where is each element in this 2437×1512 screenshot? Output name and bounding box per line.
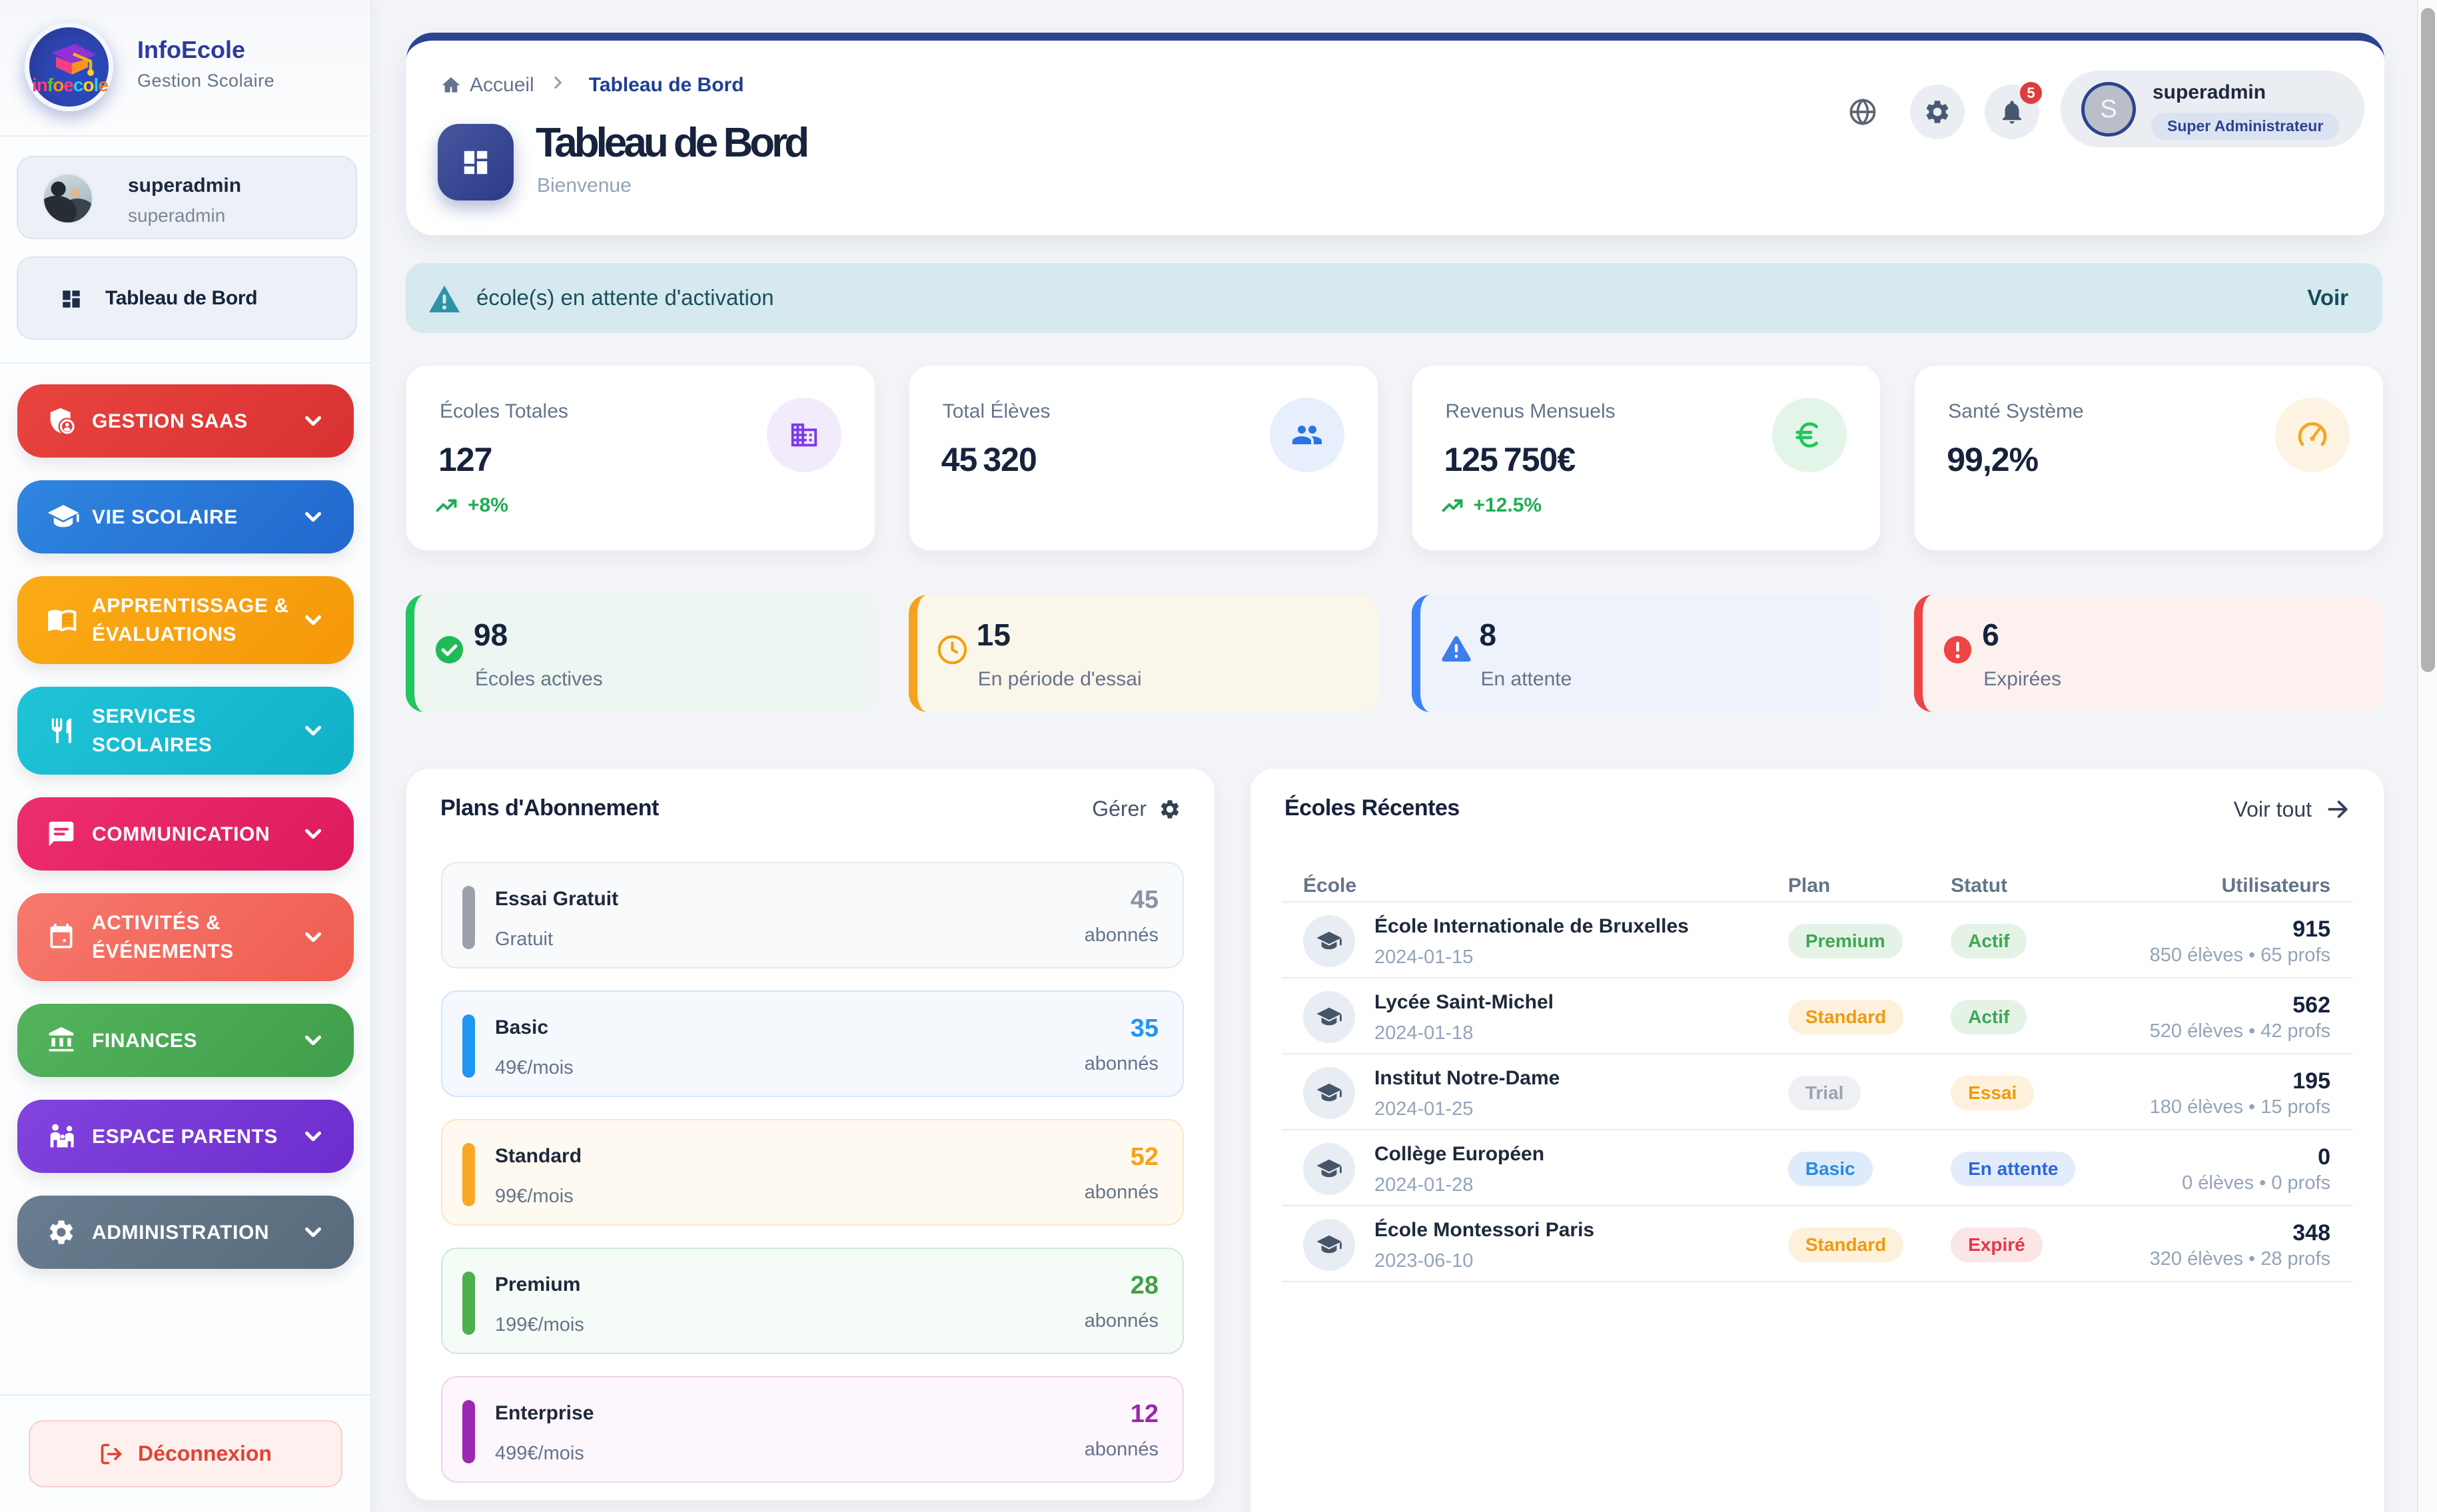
svg-text:infoecole: infoecole: [32, 75, 108, 95]
